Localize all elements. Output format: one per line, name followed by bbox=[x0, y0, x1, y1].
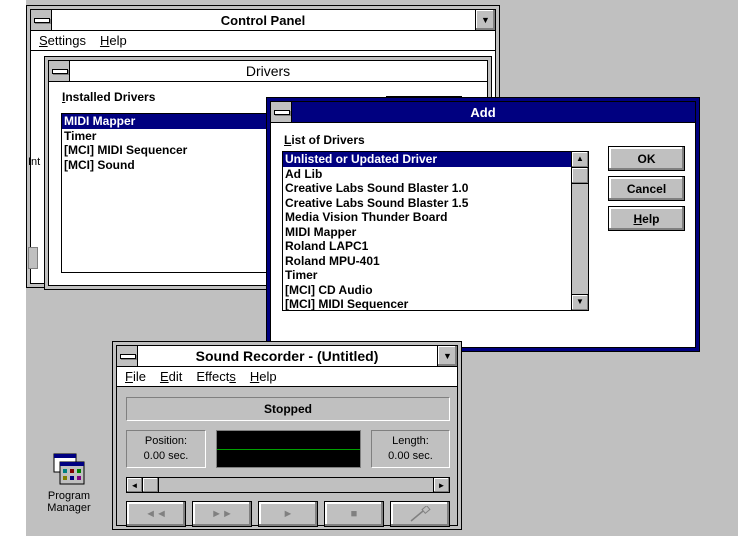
driver-list-item[interactable]: [MCI] CD Audio bbox=[283, 283, 571, 298]
driver-list-item[interactable]: Creative Labs Sound Blaster 1.5 bbox=[283, 196, 571, 211]
sound-recorder-title: Sound Recorder - (Untitled) bbox=[195, 348, 379, 364]
installed-drivers-list[interactable]: MIDI Mapper Timer [MCI] MIDI Sequencer [… bbox=[61, 113, 271, 273]
rewind-button[interactable]: ◄◄ bbox=[126, 501, 186, 527]
play-icon: ► bbox=[282, 508, 294, 520]
down-arrow-icon: ▼ bbox=[443, 351, 452, 361]
drivers-titlebar[interactable]: Drivers bbox=[49, 61, 487, 82]
add-titlebar[interactable]: Add bbox=[271, 102, 695, 123]
control-panel-title: Control Panel bbox=[220, 12, 306, 28]
installed-driver-item[interactable]: MIDI Mapper bbox=[62, 114, 270, 129]
sound-recorder-titlebar[interactable]: Sound Recorder - (Untitled) bbox=[117, 346, 457, 367]
program-manager-glyph-icon bbox=[53, 453, 85, 485]
list-of-drivers[interactable]: Unlisted or Updated Driver Ad Lib Creati… bbox=[282, 151, 589, 311]
installed-driver-item[interactable]: [MCI] MIDI Sequencer bbox=[62, 143, 270, 158]
sound-recorder-system-menu[interactable] bbox=[117, 346, 138, 366]
sound-recorder-minimize-button[interactable]: ▼ bbox=[437, 346, 457, 366]
help-button[interactable]: Help bbox=[608, 206, 685, 231]
waveform-line bbox=[217, 449, 360, 450]
driver-list-scrollbar[interactable]: ▲ ▼ bbox=[571, 152, 588, 310]
scroll-thumb[interactable] bbox=[572, 168, 588, 184]
partial-button bbox=[28, 247, 38, 269]
position-panel: Position: 0.00 sec. bbox=[126, 430, 206, 468]
position-scrollbar[interactable]: ◄ ► bbox=[126, 477, 450, 493]
fast-forward-icon: ►► bbox=[211, 508, 233, 520]
control-panel-menubar: Settings Help bbox=[31, 31, 495, 51]
driver-list-item[interactable]: Timer bbox=[283, 268, 571, 283]
length-panel: Length: 0.00 sec. bbox=[371, 430, 450, 468]
sound-recorder-window[interactable]: Sound Recorder - (Untitled) ▼ File Edit … bbox=[112, 341, 462, 530]
up-arrow-icon: ▲ bbox=[576, 154, 584, 164]
scroll-up-button[interactable]: ▲ bbox=[572, 152, 588, 168]
driver-list-item[interactable]: Media Vision Thunder Board bbox=[283, 210, 571, 225]
record-button[interactable] bbox=[390, 501, 450, 527]
driver-list-item[interactable]: Roland MPU-401 bbox=[283, 254, 571, 269]
stop-icon: ■ bbox=[350, 508, 358, 520]
control-panel-system-menu[interactable] bbox=[31, 10, 52, 30]
list-of-drivers-label: List of Drivers bbox=[284, 133, 365, 147]
position-value: 0.00 sec. bbox=[143, 450, 189, 462]
drivers-system-menu[interactable] bbox=[49, 61, 70, 81]
cancel-button[interactable]: Cancel bbox=[608, 176, 685, 201]
menu-settings[interactable]: Settings bbox=[39, 33, 86, 48]
rewind-icon: ◄◄ bbox=[145, 508, 167, 520]
fast-forward-button[interactable]: ►► bbox=[192, 501, 252, 527]
menu-help[interactable]: Help bbox=[100, 33, 127, 48]
ok-button[interactable]: OK bbox=[608, 146, 685, 171]
status-text: Stopped bbox=[264, 402, 312, 416]
position-label: Position: bbox=[144, 435, 188, 447]
add-title: Add bbox=[470, 104, 496, 120]
control-panel-titlebar[interactable]: Control Panel bbox=[31, 10, 495, 31]
down-arrow-icon: ▼ bbox=[576, 297, 584, 307]
installed-driver-item[interactable]: Timer bbox=[62, 129, 270, 144]
driver-list-item[interactable]: Unlisted or Updated Driver bbox=[283, 152, 571, 167]
drivers-title: Drivers bbox=[245, 63, 291, 79]
stop-button[interactable]: ■ bbox=[324, 501, 384, 527]
menu-edit[interactable]: Edit bbox=[160, 369, 182, 384]
add-system-menu[interactable] bbox=[271, 102, 292, 122]
scroll-down-button[interactable]: ▼ bbox=[572, 294, 588, 310]
driver-list-item[interactable]: Ad Lib bbox=[283, 167, 571, 182]
sound-recorder-menubar: File Edit Effects Help bbox=[117, 367, 457, 387]
ok-button-label: OK bbox=[637, 151, 656, 166]
length-label: Length: bbox=[392, 435, 429, 447]
program-manager-label: Program Manager bbox=[47, 490, 91, 514]
scroll-left-button[interactable]: ◄ bbox=[127, 478, 143, 492]
scroll-thumb[interactable] bbox=[143, 478, 159, 492]
waveform-display bbox=[216, 430, 361, 468]
control-panel-side-text: Int bbox=[28, 156, 41, 168]
add-dialog[interactable]: Add List of Drivers Unlisted or Updated … bbox=[266, 97, 700, 352]
menu-help[interactable]: Help bbox=[250, 369, 277, 384]
program-manager-icon[interactable]: Program Manager bbox=[46, 452, 92, 524]
driver-list-item[interactable]: Creative Labs Sound Blaster 1.0 bbox=[283, 181, 571, 196]
help-button-label: Help bbox=[633, 211, 660, 226]
right-arrow-icon: ► bbox=[437, 480, 446, 490]
control-panel-minimize-button[interactable]: ▼ bbox=[475, 10, 495, 30]
installed-drivers-label: Installed Drivers bbox=[62, 90, 156, 104]
driver-list-item[interactable]: Roland LAPC1 bbox=[283, 239, 571, 254]
menu-file[interactable]: File bbox=[125, 369, 146, 384]
menu-effects[interactable]: Effects bbox=[196, 369, 236, 384]
microphone-icon bbox=[410, 506, 431, 522]
play-button[interactable]: ► bbox=[258, 501, 318, 527]
left-arrow-icon: ◄ bbox=[130, 480, 139, 490]
cancel-button-label: Cancel bbox=[626, 181, 667, 196]
installed-driver-item[interactable]: [MCI] Sound bbox=[62, 158, 270, 173]
status-panel: Stopped bbox=[126, 397, 450, 421]
driver-list-item[interactable]: [MCI] MIDI Sequencer bbox=[283, 297, 571, 310]
scroll-right-button[interactable]: ► bbox=[433, 478, 449, 492]
driver-list-item[interactable]: MIDI Mapper bbox=[283, 225, 571, 240]
length-value: 0.00 sec. bbox=[388, 450, 433, 462]
down-arrow-icon: ▼ bbox=[481, 15, 490, 25]
